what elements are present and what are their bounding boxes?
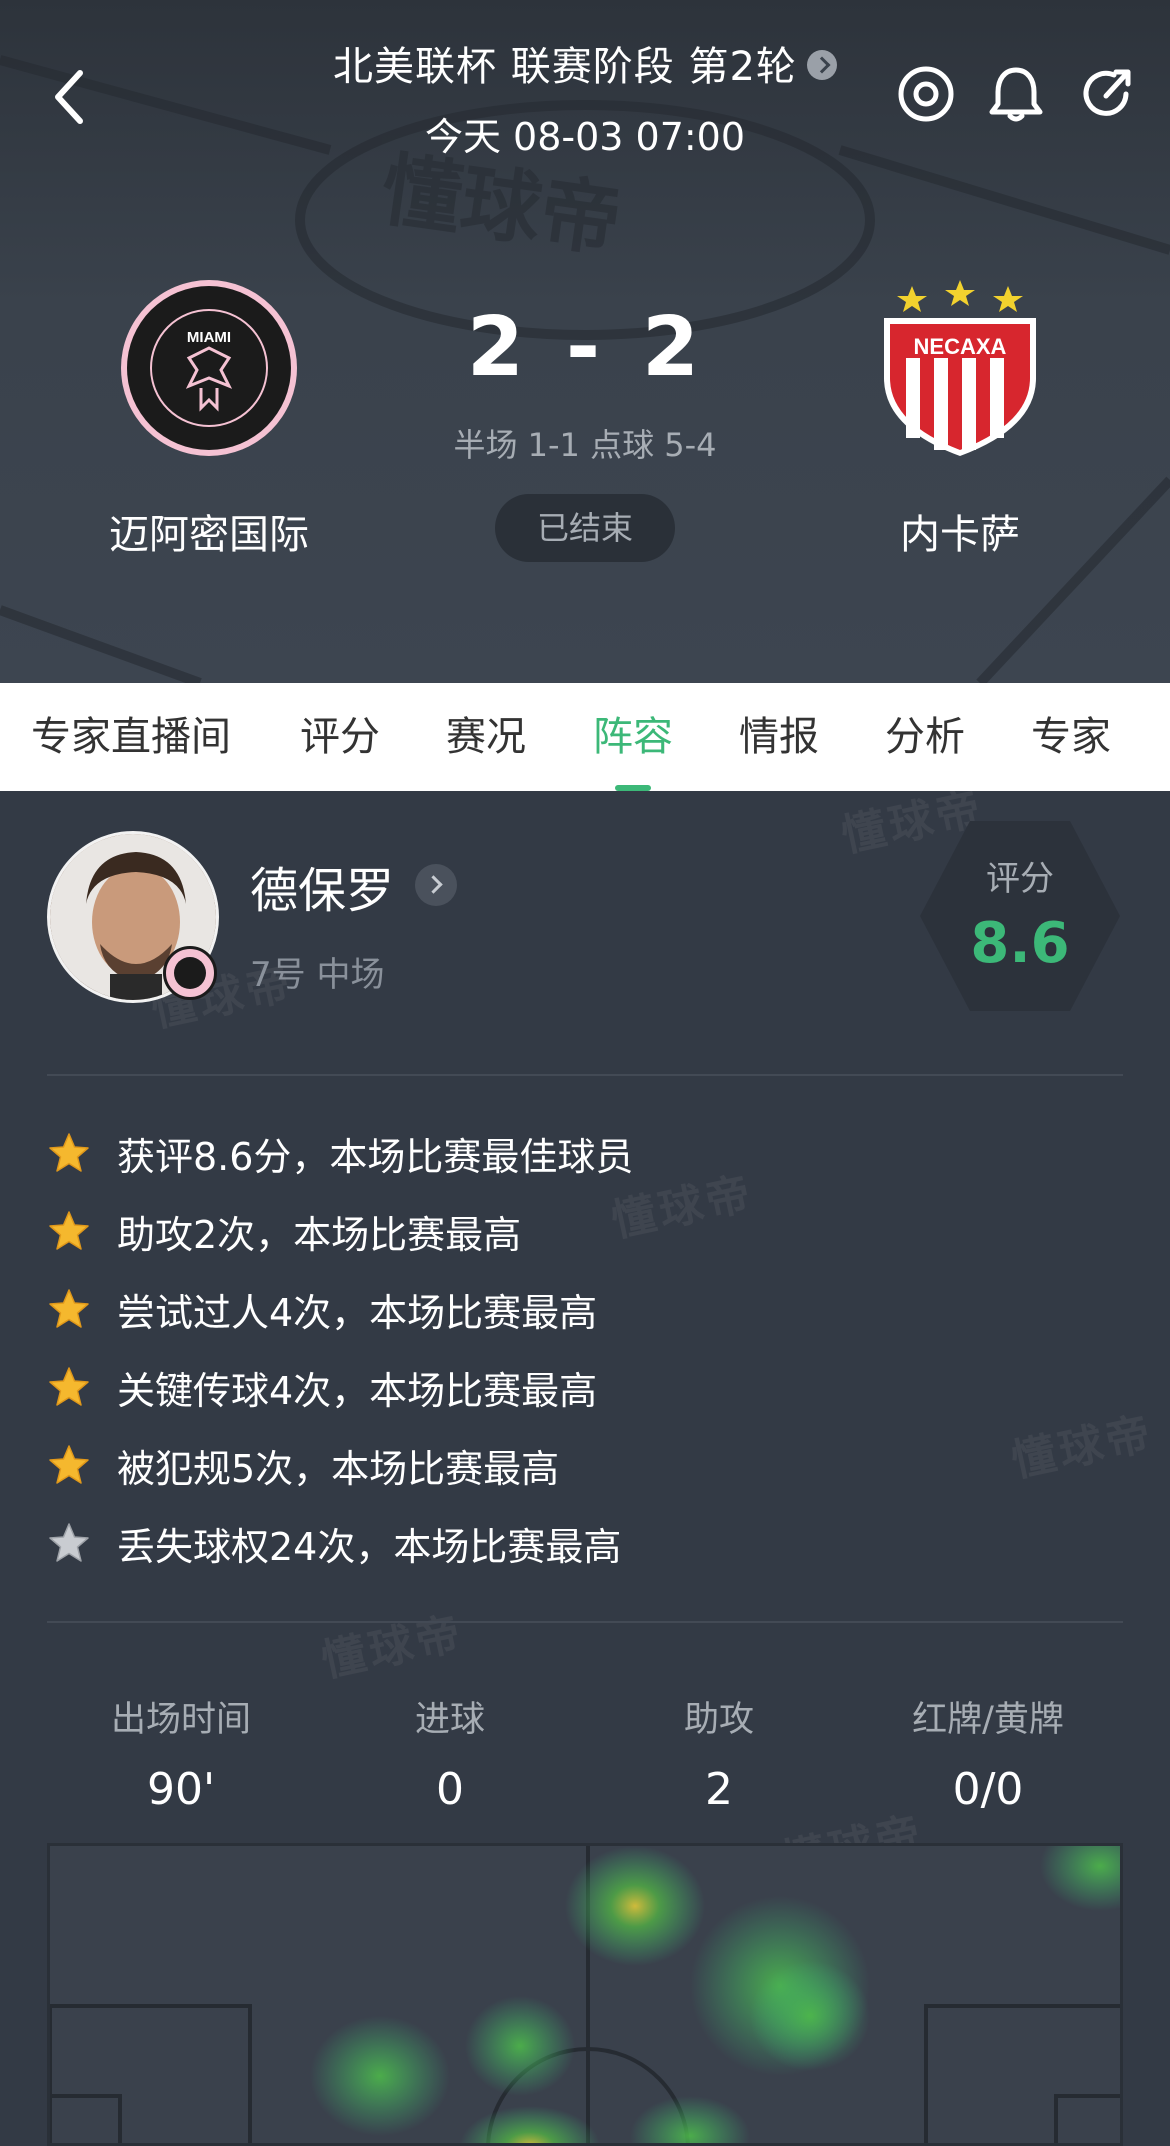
highlight-text: 丢失球权24次，本场比赛最高 (117, 1524, 622, 1569)
share-icon[interactable] (1076, 64, 1136, 124)
stat-value: 0 (436, 1764, 464, 1815)
highlight-item: 关键传球4次，本场比赛最高 (47, 1357, 597, 1417)
highlight-item: 丢失球权24次，本场比赛最高 (47, 1513, 621, 1573)
tab-intel[interactable]: 情报 (739, 683, 819, 791)
home-team-name[interactable]: 迈阿密国际 (59, 502, 359, 560)
stat-value: 0/0 (952, 1764, 1024, 1815)
star-icon (49, 1523, 89, 1562)
chevron-right-icon[interactable] (415, 864, 457, 906)
watermark: 懂球帝 (1007, 1407, 1159, 1488)
competition-label: 北美联杯 联赛阶段 第2轮 (333, 44, 797, 90)
header-watermark: 懂球帝 (376, 143, 627, 268)
watermark: 懂球帝 (317, 1607, 469, 1688)
score: 2-2 (385, 300, 785, 395)
score-separator: - (565, 300, 605, 395)
highlight-text: 获评8.6分，本场比赛最佳球员 (117, 1134, 634, 1179)
tab-expert-live[interactable]: 专家直播间 (31, 683, 231, 791)
tab-ratings[interactable]: 评分 (300, 683, 380, 791)
stat-label: 出场时间 (110, 1700, 251, 1740)
highlight-item: 助攻2次，本场比赛最高 (47, 1201, 521, 1261)
stat-minutes: 出场时间 90' (47, 1691, 315, 1815)
stat-cards: 红牌/黄牌 0/0 (854, 1691, 1122, 1815)
star-icon (49, 1289, 89, 1328)
club-badge-icon (163, 946, 217, 1000)
tab-lineup-label: 阵容 (593, 714, 673, 760)
player-detail-panel: 懂球帝 懂球帝 懂球帝 懂球帝 懂球帝 懂球帝 懂球帝 德保罗 7号 中场 评分… (0, 782, 1170, 2146)
highlight-text: 尝试过人4次，本场比赛最高 (117, 1290, 598, 1335)
stat-assists: 助攻 2 (585, 1691, 853, 1815)
stat-value: 2 (705, 1764, 733, 1815)
away-team-logo[interactable]: NECAXA (870, 278, 1050, 458)
target-icon[interactable] (896, 64, 956, 124)
highlight-item: 尝试过人4次，本场比赛最高 (47, 1279, 597, 1339)
stat-label: 红牌/黄牌 (912, 1700, 1064, 1740)
stat-value: 90' (146, 1764, 216, 1815)
star-icon (49, 1445, 89, 1484)
half-and-penalty-score: 半场 1-1 点球 5-4 (453, 426, 717, 464)
divider (47, 1621, 1123, 1623)
tab-bar: 专家直播间 评分 赛况 阵容 情报 分析 专家 (0, 683, 1170, 791)
home-team-logo[interactable]: MIAMI (119, 278, 299, 458)
stat-goals: 进球 0 (316, 1691, 584, 1815)
highlight-text: 助攻2次，本场比赛最高 (117, 1212, 522, 1257)
player-name[interactable]: 德保罗 (250, 851, 394, 921)
svg-text:MIAMI: MIAMI (187, 329, 231, 346)
svg-text:NECAXA: NECAXA (914, 334, 1007, 359)
tab-experts[interactable]: 专家 (1031, 683, 1111, 791)
highlight-text: 被犯规5次，本场比赛最高 (117, 1446, 560, 1491)
divider (47, 1074, 1123, 1076)
player-number-position: 7号 中场 (250, 955, 385, 995)
star-icon (49, 1211, 89, 1250)
chevron-right-icon (806, 50, 837, 80)
bell-icon[interactable] (986, 64, 1046, 124)
tab-match-events[interactable]: 赛况 (446, 683, 526, 791)
highlight-text: 关键传球4次，本场比赛最高 (117, 1368, 598, 1413)
stat-label: 进球 (414, 1700, 485, 1740)
match-header: 懂球帝 北美联杯 联赛阶段 第2轮 今天 08-03 07:00 MIAMI 迈… (0, 0, 1170, 683)
home-score: 2 (466, 300, 528, 395)
tab-analysis[interactable]: 分析 (885, 683, 965, 791)
highlight-item: 被犯规5次，本场比赛最高 (47, 1435, 559, 1495)
highlight-item: 获评8.6分，本场比赛最佳球员 (47, 1123, 633, 1183)
stat-label: 助攻 (683, 1700, 754, 1740)
rating-label: 评分 (986, 859, 1054, 899)
rating-value: 8.6 (970, 911, 1070, 976)
player-heatmap[interactable] (47, 1843, 1123, 2146)
tab-lineup[interactable]: 阵容 (593, 683, 673, 791)
status-badge: 已结束 (495, 494, 675, 562)
star-icon (49, 1133, 89, 1172)
away-team-name[interactable]: 内卡萨 (810, 502, 1110, 560)
star-icon (49, 1367, 89, 1406)
heatmap-pitch (50, 1846, 1120, 2143)
away-score: 2 (642, 300, 704, 395)
